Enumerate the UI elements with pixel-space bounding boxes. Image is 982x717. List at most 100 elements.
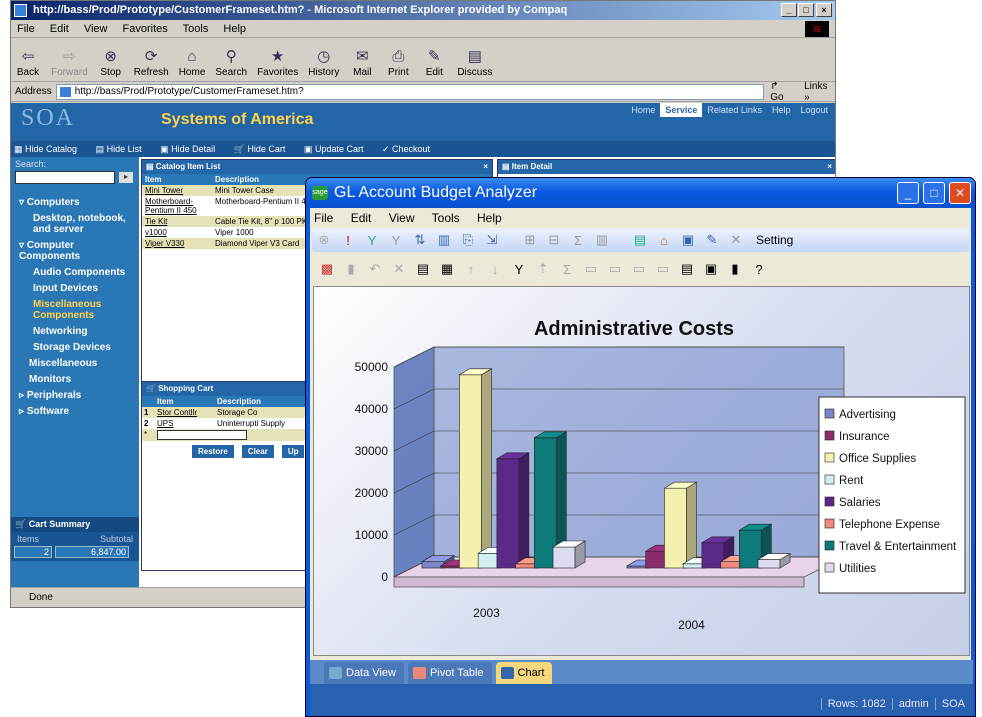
category-miscellaneous[interactable]: Miscellaneous: [11, 358, 139, 369]
properties-icon[interactable]: ▤: [412, 261, 434, 277]
delete-icon[interactable]: ✕: [388, 261, 410, 277]
cart-row[interactable]: 2 UPS Uninterrupti Supply: [142, 418, 316, 429]
nav-related-links[interactable]: Related Links: [702, 103, 767, 117]
menu-edit[interactable]: Edit: [50, 23, 69, 35]
close-icon[interactable]: ×: [816, 3, 832, 17]
cart-new-item-input[interactable]: [157, 430, 247, 440]
chart-type-icon[interactable]: ▮: [340, 261, 362, 277]
autocalc-icon[interactable]: Σ: [556, 262, 578, 277]
category-peripherals[interactable]: ▹ Peripherals: [11, 390, 139, 401]
menu-file[interactable]: File: [17, 23, 35, 35]
category-desktop[interactable]: Desktop, notebook, and server: [11, 213, 139, 235]
clear-filter-icon[interactable]: Y: [388, 233, 404, 248]
undo-icon[interactable]: ↶: [364, 261, 386, 277]
setting-button[interactable]: Setting: [756, 233, 793, 247]
cancel-icon[interactable]: ⊗: [316, 232, 332, 248]
mail-button[interactable]: ✉ Mail: [349, 47, 375, 78]
nav-logout[interactable]: Logout: [795, 103, 833, 117]
show-top-icon[interactable]: ⇡: [532, 261, 554, 277]
history-button[interactable]: ◷ History: [308, 47, 339, 78]
category-computers[interactable]: ▿ Computers: [11, 197, 139, 208]
home-icon[interactable]: ⌂: [656, 233, 672, 248]
ungroup-icon[interactable]: ⊟: [546, 232, 562, 248]
hide-cart-link[interactable]: 🛒 Hide Cart: [234, 144, 294, 154]
category-misc-components[interactable]: Miscellaneous Components: [11, 299, 139, 321]
menu-favorites[interactable]: Favorites: [123, 23, 168, 35]
drop-zones-icon[interactable]: ▮: [724, 261, 746, 277]
alert-icon[interactable]: !: [340, 233, 356, 248]
nav-home[interactable]: Home: [626, 103, 660, 117]
hide-details-icon[interactable]: ▭: [652, 261, 674, 277]
field-list-icon[interactable]: ▦: [436, 261, 458, 277]
clear-button[interactable]: Clear: [241, 445, 274, 458]
update-button[interactable]: Up: [281, 445, 305, 458]
refresh-button[interactable]: ⟳ Refresh: [134, 47, 169, 78]
close-icon[interactable]: ×: [483, 160, 488, 174]
menu-view[interactable]: View: [84, 23, 108, 35]
legend-icon[interactable]: ▣: [700, 261, 722, 277]
save-icon[interactable]: ▣: [680, 232, 696, 248]
expand-icon[interactable]: ▭: [604, 261, 626, 277]
category-storage[interactable]: Storage Devices: [11, 342, 139, 353]
grid-icon[interactable]: ▤: [632, 232, 648, 248]
category-input[interactable]: Input Devices: [11, 283, 139, 294]
menu-tools[interactable]: Tools: [183, 23, 209, 35]
sort-icon[interactable]: ⇅: [412, 232, 428, 248]
go-button[interactable]: ↱ Go: [770, 81, 794, 103]
update-cart-link[interactable]: ▣ Update Cart: [304, 144, 372, 154]
search-go-icon[interactable]: ▸: [119, 172, 133, 183]
hide-catalog-link[interactable]: ▦ Hide Catalog: [14, 144, 85, 154]
gl-menu-view[interactable]: View: [389, 211, 415, 225]
export-icon[interactable]: ⇲: [484, 232, 500, 248]
nav-service[interactable]: Service: [660, 103, 703, 117]
show-details-icon[interactable]: ▤: [676, 261, 698, 277]
discuss-button[interactable]: ▤ Discuss: [457, 47, 492, 78]
catalog-search-input[interactable]: [15, 171, 115, 184]
address-input[interactable]: http://bass/Prod/Prototype/CustomerFrame…: [55, 83, 765, 100]
restore-button[interactable]: Restore: [192, 445, 234, 458]
back-button[interactable]: ⇦ Back: [15, 47, 41, 78]
gl-menu-help[interactable]: Help: [477, 211, 502, 225]
tab-chart[interactable]: Chart: [495, 662, 553, 684]
links-button[interactable]: Links »: [804, 81, 835, 103]
subtotal-icon[interactable]: ▭: [580, 261, 602, 277]
sort-descending-icon[interactable]: ↓: [484, 262, 506, 277]
category-audio[interactable]: Audio Components: [11, 267, 139, 278]
close-icon[interactable]: ✕: [949, 182, 971, 204]
help-icon[interactable]: ?: [748, 262, 770, 277]
sum-icon[interactable]: Σ: [570, 233, 586, 248]
favorites-button[interactable]: ★ Favorites: [257, 47, 298, 78]
checkout-link[interactable]: ✓ Checkout: [382, 144, 438, 154]
hide-list-link[interactable]: ▤ Hide List: [96, 144, 150, 154]
sort-ascending-icon[interactable]: ↑: [460, 262, 482, 277]
home-button[interactable]: ⌂ Home: [179, 47, 206, 78]
gl-menu-tools[interactable]: Tools: [432, 211, 460, 225]
maximize-icon[interactable]: □: [923, 182, 945, 204]
columns-icon[interactable]: ▥: [594, 232, 610, 248]
delete-icon[interactable]: ✕: [728, 232, 744, 248]
category-software[interactable]: ▹ Software: [11, 406, 139, 417]
maximize-icon[interactable]: □: [798, 3, 814, 17]
minimize-icon[interactable]: _: [897, 182, 919, 204]
gl-menu-edit[interactable]: Edit: [351, 211, 372, 225]
gl-menu-file[interactable]: File: [314, 211, 333, 225]
cart-row[interactable]: 1 Stor Contllr Storage Co: [142, 407, 316, 418]
edit-icon[interactable]: ✎: [704, 232, 720, 248]
close-icon[interactable]: ×: [827, 160, 832, 174]
print-button[interactable]: ⎙ Print: [385, 47, 411, 78]
hide-detail-link[interactable]: ▣ Hide Detail: [160, 144, 223, 154]
search-button[interactable]: ⚲ Search: [215, 47, 247, 78]
group-icon[interactable]: ⊞: [522, 232, 538, 248]
forward-button[interactable]: ⇨ Forward: [51, 47, 88, 78]
pivot-icon[interactable]: ▥: [436, 232, 452, 248]
copy-icon[interactable]: ⎘: [460, 232, 476, 248]
collapse-icon[interactable]: ▭: [628, 261, 650, 277]
edit-button[interactable]: ✎ Edit: [421, 47, 447, 78]
menu-help[interactable]: Help: [223, 23, 246, 35]
category-networking[interactable]: Networking: [11, 326, 139, 337]
category-components[interactable]: ▿ Computer Components: [11, 240, 139, 262]
category-monitors[interactable]: Monitors: [11, 374, 139, 385]
filter-icon[interactable]: Y: [364, 233, 380, 248]
chart-wizard-icon[interactable]: ▩: [316, 261, 338, 277]
stop-button[interactable]: ⊗ Stop: [98, 47, 124, 78]
